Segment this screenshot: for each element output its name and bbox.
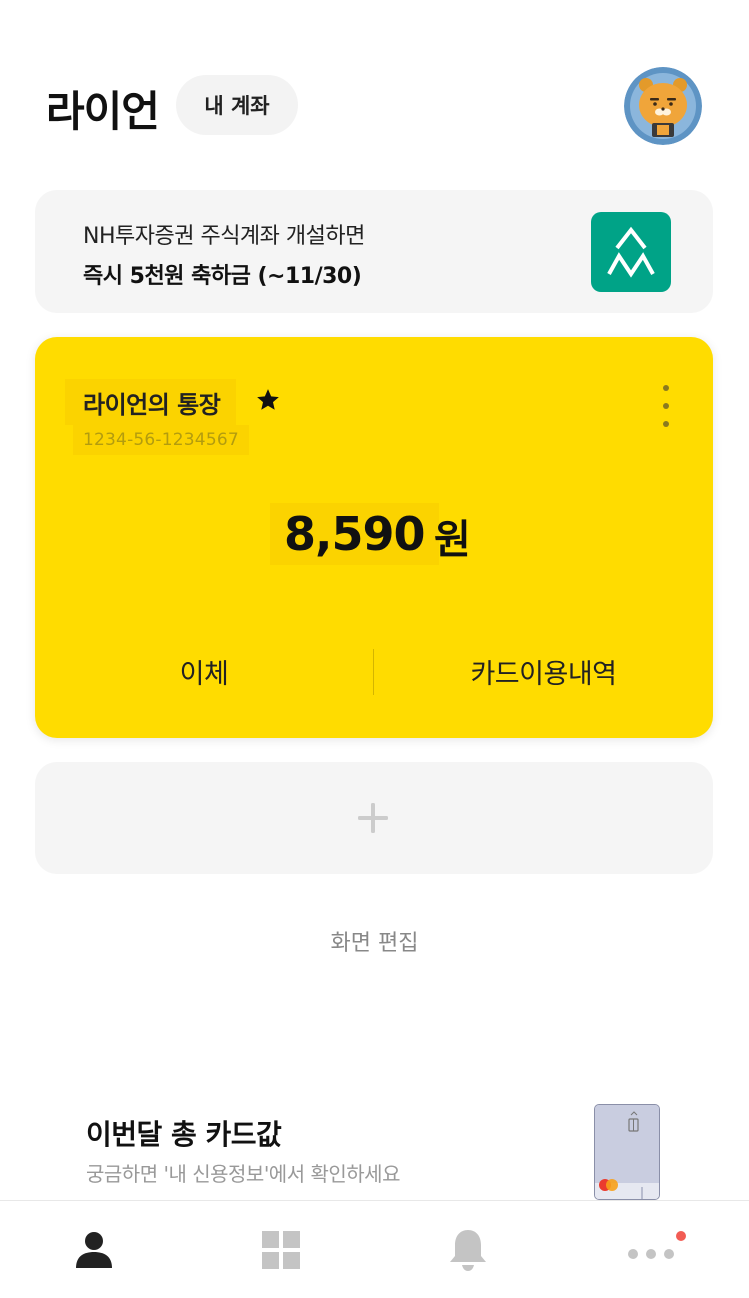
card-banner-title[interactable]: 이번달 총 카드값 (86, 1113, 282, 1153)
account-card[interactable]: 라이언의 통장 1234-56-1234567 8,590 원 이체 카드이용내… (35, 337, 713, 738)
tab-more[interactable] (561, 1201, 748, 1298)
transfer-button[interactable]: 이체 (35, 643, 373, 699)
tab-my[interactable] (0, 1201, 187, 1298)
currency-unit: 원 (434, 517, 471, 563)
header: 라이언 내 계좌 (0, 0, 749, 180)
plus-icon (358, 803, 388, 833)
my-account-chip[interactable]: 내 계좌 (176, 75, 298, 135)
bottom-tab-bar (0, 1200, 749, 1298)
tab-notifications[interactable] (374, 1201, 561, 1298)
profile-avatar[interactable] (624, 67, 702, 145)
account-number-wrap: 1234-56-1234567 (73, 425, 249, 455)
balance-amount: 8,590 (284, 507, 426, 561)
credit-card-image (594, 1104, 660, 1200)
user-name: 라이언 (46, 87, 160, 136)
balance-wrap: 8,590 (270, 503, 439, 565)
ryan-avatar-icon (624, 67, 702, 145)
account-name: 라이언의 통장 (83, 390, 221, 419)
bell-icon (449, 1230, 486, 1271)
person-icon (75, 1232, 112, 1268)
more-icon (627, 1231, 686, 1259)
grid-icon (261, 1231, 300, 1269)
tab-services[interactable] (187, 1201, 374, 1298)
account-name-wrap: 라이언의 통장 (65, 379, 237, 425)
promo-line1: NH투자증권 주식계좌 개설하면 (83, 224, 365, 249)
add-account-button[interactable] (35, 762, 713, 874)
promo-banner[interactable]: NH투자증권 주식계좌 개설하면 즉시 5천원 축하금 (~11/30) (35, 190, 713, 313)
nh-investment-logo-icon (591, 212, 671, 292)
notification-dot-icon (675, 1231, 686, 1241)
edit-screen-link[interactable]: 화면 편집 (0, 925, 749, 957)
more-options-icon[interactable] (653, 381, 679, 431)
favorite-star-icon[interactable] (255, 387, 281, 413)
promo-line2: 즉시 5천원 축하금 (~11/30) (83, 264, 362, 289)
account-number: 1234-56-1234567 (83, 430, 239, 450)
card-banner-subtitle: 궁금하면 '내 신용정보'에서 확인하세요 (86, 1162, 400, 1186)
card-history-button[interactable]: 카드이용내역 (374, 643, 713, 699)
